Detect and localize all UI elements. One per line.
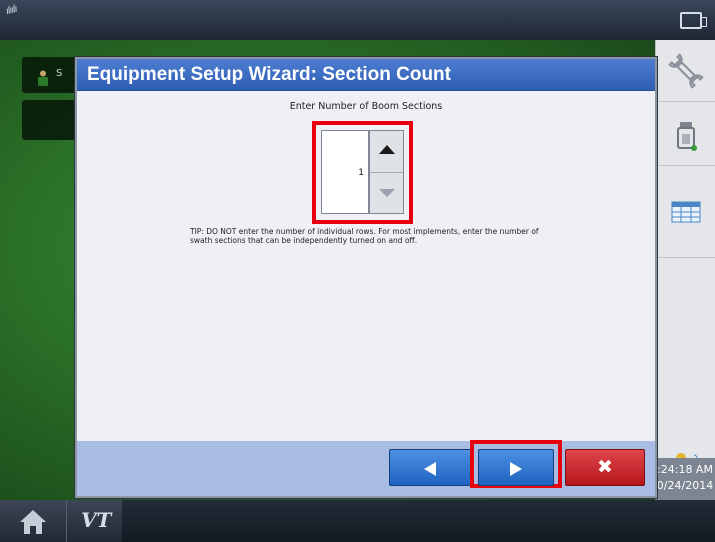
virtual-terminal-button[interactable]: VT bbox=[66, 500, 122, 542]
cancel-button[interactable]: ✖ bbox=[565, 449, 645, 486]
satellite-signal-icon: ılıılı bbox=[4, 3, 18, 18]
next-button[interactable] bbox=[478, 449, 554, 486]
arrow-down-icon bbox=[379, 189, 395, 197]
top-status-bar: ılıılı bbox=[0, 0, 715, 40]
increment-button[interactable] bbox=[370, 131, 403, 172]
section-count-value: 1 bbox=[358, 168, 364, 178]
sidebar-item-setup[interactable] bbox=[656, 40, 715, 102]
tip-text: TIP: DO NOT enter the number of individu… bbox=[190, 227, 539, 245]
camera-icon[interactable] bbox=[680, 12, 707, 29]
clock-display: :24:18 AM 0/24/2014 bbox=[655, 458, 715, 500]
equipment-setup-wizard-dialog: Equipment Setup Wizard: Section Count En… bbox=[75, 57, 657, 498]
section-count-stepper bbox=[369, 130, 404, 214]
dialog-footer: ✖ bbox=[77, 440, 655, 496]
sidebar-item-implement[interactable] bbox=[656, 102, 715, 166]
implement-icon bbox=[677, 122, 697, 151]
dialog-title: Equipment Setup Wizard: Section Count bbox=[77, 59, 655, 91]
clock-time: :24:18 AM bbox=[657, 463, 713, 476]
wrench-icon bbox=[668, 53, 704, 89]
clock-date: 0/24/2014 bbox=[656, 479, 714, 492]
back-button[interactable] bbox=[389, 449, 471, 486]
sidebar-empty-slot bbox=[656, 258, 715, 446]
close-icon: ✖ bbox=[597, 456, 613, 478]
boom-sections-prompt: Enter Number of Boom Sections bbox=[289, 101, 443, 112]
vt-label: VT bbox=[81, 508, 112, 532]
operator-label: S bbox=[56, 68, 63, 79]
operator-person-icon bbox=[38, 70, 48, 86]
home-button[interactable] bbox=[0, 500, 66, 542]
next-arrow-icon bbox=[510, 462, 522, 476]
home-icon bbox=[20, 510, 46, 534]
arrow-up-icon bbox=[379, 145, 395, 154]
right-sidebar bbox=[655, 40, 715, 500]
table-icon bbox=[671, 201, 701, 223]
sidebar-item-table[interactable] bbox=[656, 166, 715, 258]
back-arrow-icon bbox=[424, 462, 436, 476]
section-count-input[interactable]: 1 bbox=[321, 130, 369, 214]
decrement-button[interactable] bbox=[370, 173, 403, 213]
